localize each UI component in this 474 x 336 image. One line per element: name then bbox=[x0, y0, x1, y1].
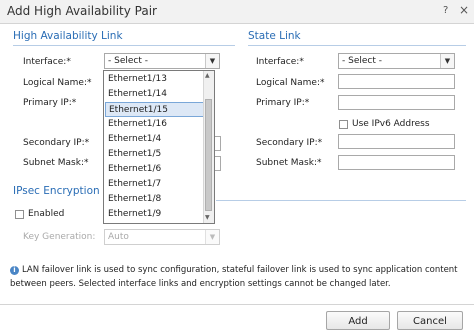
state-interface-label: Interface:* bbox=[256, 57, 304, 67]
ha-link-divider bbox=[13, 45, 235, 46]
chevron-down-icon[interactable]: ▼ bbox=[205, 54, 219, 68]
dropdown-scrollbar[interactable]: ▲ ▼ bbox=[203, 71, 214, 223]
dropdown-option[interactable]: Ethernet1/5 bbox=[105, 147, 204, 162]
add-button[interactable]: Add bbox=[326, 311, 390, 330]
state-primary-ip-input[interactable] bbox=[338, 95, 455, 110]
ha-interface-select[interactable]: - Select - ▼ bbox=[104, 53, 220, 69]
dropdown-option[interactable]: Ethernet1/6 bbox=[105, 162, 204, 177]
dropdown-option[interactable]: Ethernet1/16 bbox=[105, 117, 204, 132]
ipsec-title: IPsec Encryption bbox=[13, 185, 100, 197]
scroll-up-icon[interactable]: ▲ bbox=[205, 72, 210, 79]
ha-interface-value: - Select - bbox=[108, 56, 148, 66]
footer-divider bbox=[0, 304, 474, 305]
chevron-down-icon: ▼ bbox=[205, 230, 219, 244]
key-generation-select[interactable]: Auto ▼ bbox=[104, 229, 220, 245]
ha-secondary-ip-input[interactable] bbox=[214, 136, 221, 151]
state-secondary-ip-label: Secondary IP:* bbox=[256, 138, 323, 148]
state-link-divider bbox=[248, 45, 466, 46]
ha-subnet-mask-input[interactable] bbox=[214, 156, 221, 171]
ha-interface-dropdown-list[interactable]: Ethernet1/13 Ethernet1/14 Ethernet1/15 E… bbox=[103, 70, 215, 224]
state-logical-name-label: Logical Name:* bbox=[256, 78, 325, 88]
state-link-title: State Link bbox=[248, 30, 301, 42]
dialog-title: Add High Availability Pair bbox=[7, 4, 157, 18]
ha-primary-ip-label: Primary IP:* bbox=[23, 98, 77, 108]
help-icon[interactable]: ? bbox=[443, 5, 448, 16]
key-generation-label: Key Generation: bbox=[23, 232, 96, 242]
dialog-titlebar: Add High Availability Pair ? × bbox=[0, 0, 474, 24]
state-secondary-ip-input[interactable] bbox=[338, 134, 455, 149]
info-icon: i bbox=[10, 266, 19, 275]
dropdown-option[interactable]: Ethernet1/7 bbox=[105, 177, 204, 192]
state-logical-name-input[interactable] bbox=[338, 74, 455, 89]
ha-link-title: High Availability Link bbox=[13, 30, 123, 42]
ipsec-enabled-checkbox[interactable] bbox=[15, 210, 24, 219]
state-interface-value: - Select - bbox=[342, 56, 382, 66]
chevron-down-icon[interactable]: ▼ bbox=[440, 54, 454, 68]
state-subnet-mask-input[interactable] bbox=[338, 155, 455, 170]
dropdown-option[interactable]: Ethernet1/13 bbox=[105, 72, 204, 87]
ipsec-divider bbox=[216, 200, 466, 201]
state-subnet-mask-label: Subnet Mask:* bbox=[256, 158, 322, 168]
scrollbar-thumb[interactable] bbox=[205, 99, 212, 211]
ha-secondary-ip-label: Secondary IP:* bbox=[23, 138, 90, 148]
ipsec-enabled-label: Enabled bbox=[28, 209, 65, 219]
scroll-down-icon[interactable]: ▼ bbox=[205, 214, 210, 221]
use-ipv6-checkbox[interactable] bbox=[339, 120, 348, 129]
close-icon[interactable]: × bbox=[459, 3, 469, 17]
dropdown-option[interactable]: Ethernet1/14 bbox=[105, 87, 204, 102]
info-text: LAN failover link is used to sync config… bbox=[10, 265, 458, 289]
dropdown-option[interactable]: Ethernet1/9 bbox=[105, 207, 204, 222]
ha-subnet-mask-label: Subnet Mask:* bbox=[23, 158, 89, 168]
dropdown-option-selected[interactable]: Ethernet1/15 bbox=[105, 102, 204, 117]
dropdown-option[interactable]: Ethernet1/8 bbox=[105, 192, 204, 207]
ha-logical-name-label: Logical Name:* bbox=[23, 78, 92, 88]
ha-interface-label: Interface:* bbox=[23, 57, 71, 67]
state-primary-ip-label: Primary IP:* bbox=[256, 98, 310, 108]
state-interface-select[interactable]: - Select - ▼ bbox=[338, 53, 455, 69]
use-ipv6-label: Use IPv6 Address bbox=[352, 119, 430, 129]
info-message: i LAN failover link is used to sync confi… bbox=[10, 263, 465, 291]
cancel-button[interactable]: Cancel bbox=[397, 311, 463, 330]
dropdown-option[interactable]: Ethernet1/4 bbox=[105, 132, 204, 147]
key-generation-value: Auto bbox=[108, 232, 129, 242]
